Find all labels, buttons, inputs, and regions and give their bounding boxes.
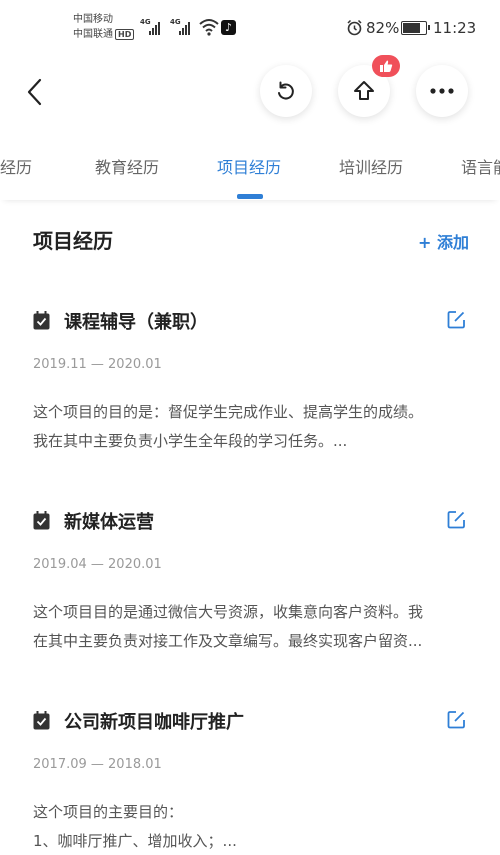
edit-icon[interactable] [447,510,466,529]
hd-badge: HD [115,29,135,40]
tab-training[interactable]: 培训经历 [339,154,403,178]
like-badge [372,55,400,77]
status-bar: 中国移动 中国联通 HD 4G 4G ♪ 82% 11:23 [0,0,500,56]
description-line: 这个项目的目的是：督促学生完成作业、提高学生的成绩。 [33,403,424,421]
chevron-left-icon[interactable] [20,72,50,112]
active-tab-indicator [237,194,263,199]
project-title: 公司新项目咖啡厅推广 [64,712,244,733]
alarm-icon [347,19,362,36]
project-description: 这个项目的主要目的： 1、咖啡厅推广、增加收入；... [33,798,469,855]
more-button[interactable] [416,65,468,117]
tab-education[interactable]: 教育经历 [95,154,159,178]
project-description: 这个项目的目的是：督促学生完成作业、提高学生的成绩。 我在其中主要负责小学生全年… [33,398,469,456]
battery-icon [401,21,430,35]
project-date-range: 2017.09 — 2018.01 [33,757,162,772]
project-date-range: 2019.04 — 2020.01 [33,557,162,572]
project-entry[interactable]: 新媒体运营 2019.04 — 2020.01 这个项目目的是通过微信大号资源，… [0,504,500,694]
project-entry[interactable]: 课程辅导（兼职） 2019.11 — 2020.01 这个项目的目的是：督促学生… [0,304,500,494]
project-date-range: 2019.11 — 2020.01 [33,357,162,372]
tab-projects[interactable]: 项目经历 [217,154,281,178]
thumbs-up-icon [380,60,393,72]
rotate-left-icon [278,81,294,100]
description-line: 我在其中主要负责小学生全年段的学习任务。... [33,432,348,450]
description-line: 这个项目的主要目的： [33,803,184,821]
project-title: 新媒体运营 [64,512,154,533]
description-line: 这个项目目的是通过微信大号资源，收集意向客户资料。我 [33,603,424,621]
add-project-button[interactable]: + 添加 [418,229,469,253]
carrier-labels: 中国移动 中国联通 HD [73,12,135,42]
description-line: 在其中主要负责对接工作及文章编写。最终实现客户留资... [33,632,423,650]
edit-icon[interactable] [447,310,466,329]
carrier-2: 中国联通 [73,29,113,40]
share-up-arrow-icon [354,81,374,100]
calendar-check-icon [33,711,50,730]
section-tabs: 工作经历 教育经历 项目经历 培训经历 语言能力 [0,140,500,200]
battery-percent: 82% [366,19,400,37]
calendar-check-icon [33,511,50,530]
edit-icon[interactable] [447,710,466,729]
tiktok-icon: ♪ [221,20,236,35]
refresh-button[interactable] [260,65,312,117]
wifi-icon [199,19,219,36]
clock: 11:23 [433,19,477,37]
project-entry[interactable]: 公司新项目咖啡厅推广 2017.09 — 2018.01 这个项目的主要目的： … [0,704,500,855]
project-description: 这个项目目的是通过微信大号资源，收集意向客户资料。我 在其中主要负责对接工作及文… [33,598,469,656]
calendar-check-icon [33,311,50,330]
battery-fill [403,23,421,33]
tab-work-experience[interactable]: 工作经历 [0,154,32,178]
section-title: 项目经历 [33,229,113,253]
carrier-1: 中国移动 [73,14,113,25]
ellipsis-icon [430,88,454,94]
description-line: 1、咖啡厅推广、增加收入；... [33,832,237,850]
project-title: 课程辅导（兼职） [64,312,208,333]
tab-languages[interactable]: 语言能力 [461,154,500,178]
